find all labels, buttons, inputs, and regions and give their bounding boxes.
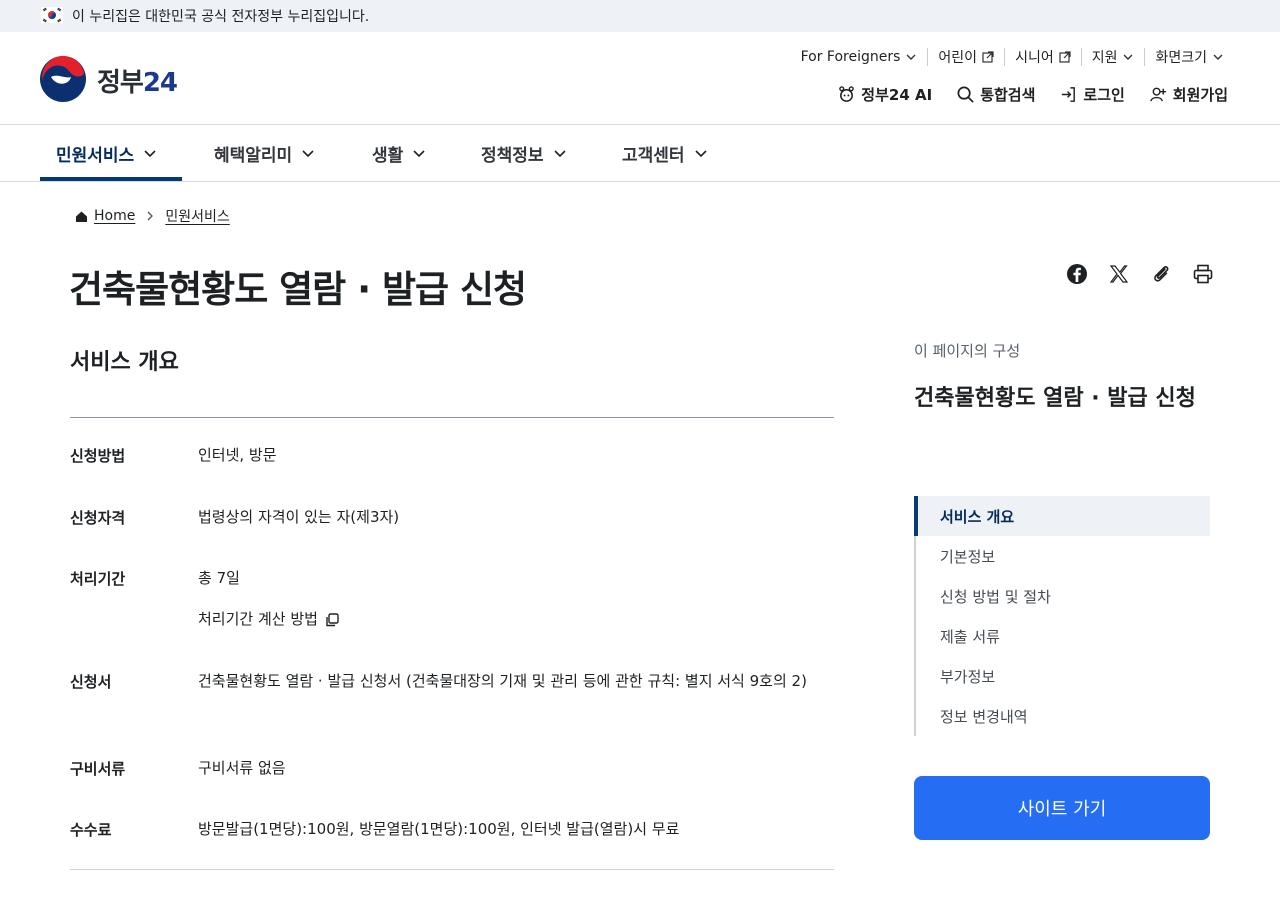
section-divider <box>70 417 834 418</box>
header-actions: 정부24 AI 통합검색 로그인 회원가입 <box>837 82 1228 106</box>
login-icon <box>1062 86 1076 102</box>
utility-links: For Foreigners 어린이 시니어 지원 화면크기 <box>791 47 1234 67</box>
login-button[interactable]: 로그인 <box>1059 84 1125 105</box>
row-value-fee: 방문발급(1면당):100원, 방문열람(1면당):100원, 인터넷 발급(열… <box>198 820 680 838</box>
site-header: 정부24 For Foreigners 어린이 시니어 지원 화면크기 정부24… <box>0 32 1280 125</box>
chevron-down-icon <box>144 150 156 158</box>
row-value-documents: 구비서류 없음 <box>198 759 286 777</box>
korea-flag-icon <box>41 7 63 23</box>
facebook-icon[interactable] <box>1066 263 1088 285</box>
search-icon <box>957 86 974 103</box>
page-title: 건축물현황도 열람 · 발급 신청 <box>69 268 527 311</box>
row-label-eligibility: 신청자격 <box>70 509 126 527</box>
gov24-logo[interactable]: 정부24 <box>39 55 189 105</box>
row-label-fee: 수수료 <box>70 821 112 839</box>
chevron-down-icon <box>413 150 425 158</box>
taegeuk-logo-icon <box>40 56 86 102</box>
search-button[interactable]: 통합검색 <box>956 84 1035 105</box>
breadcrumb-current[interactable]: 민원서비스 <box>165 206 229 226</box>
row-value-period: 총 7일 <box>198 569 240 587</box>
nav-active-indicator <box>40 177 182 181</box>
breadcrumb: Home 민원서비스 <box>75 206 230 226</box>
breadcrumb-home[interactable]: Home <box>94 208 135 224</box>
x-icon[interactable] <box>1108 263 1130 285</box>
chevron-down-icon <box>302 150 314 158</box>
processing-period-calc-link[interactable]: 처리기간 계산 방법 <box>198 607 340 632</box>
go-to-site-button[interactable]: 사이트 가기 <box>914 776 1210 840</box>
ai-bot-icon <box>839 85 855 102</box>
signup-button[interactable]: 회원가입 <box>1149 84 1228 105</box>
nav-customer-center[interactable]: 고객센터 <box>622 125 709 181</box>
external-link-icon <box>982 51 994 63</box>
row-value-eligibility: 법령상의 자격이 있는 자(제3자) <box>198 508 400 526</box>
row-label-period: 처리기간 <box>70 570 126 588</box>
toc-link-extra-info[interactable]: 부가정보 <box>916 656 1212 696</box>
home-icon <box>76 211 87 222</box>
toc-caption: 이 페이지의 구성 <box>914 342 1021 360</box>
util-kids[interactable]: 어린이 <box>927 48 1004 66</box>
row-label-method: 신청방법 <box>70 447 126 465</box>
chevron-down-icon <box>906 54 916 60</box>
row-label-documents: 구비서류 <box>70 760 126 778</box>
logo-wordmark: 정부24 <box>97 68 178 98</box>
chevron-down-icon <box>553 150 566 158</box>
toc-title: 건축물현황도 열람 · 발급 신청 <box>914 386 1196 411</box>
toc-link-basic-info[interactable]: 기본정보 <box>916 536 1212 576</box>
toc-link-change-history[interactable]: 정보 변경내역 <box>916 696 1212 736</box>
toc-link-procedure[interactable]: 신청 방법 및 절차 <box>916 576 1212 616</box>
paperclip-icon[interactable] <box>1150 263 1172 285</box>
chevron-down-icon <box>1123 54 1133 60</box>
util-support[interactable]: 지원 <box>1080 48 1145 66</box>
print-icon[interactable] <box>1192 263 1214 285</box>
row-value-method: 인터넷, 방문 <box>198 446 277 464</box>
chevron-down-icon <box>694 150 707 158</box>
section-bottom-divider <box>70 869 834 870</box>
user-add-icon <box>1149 87 1166 101</box>
external-link-icon <box>1059 51 1071 63</box>
toc-link-overview[interactable]: 서비스 개요 <box>914 496 1210 536</box>
gov24-ai-button[interactable]: 정부24 AI <box>837 84 932 105</box>
banner-text: 이 누리집은 대한민국 공식 전자정부 누리집입니다. <box>72 9 370 25</box>
nav-civil-service[interactable]: 민원서비스 <box>56 125 158 181</box>
util-senior[interactable]: 시니어 <box>1004 48 1081 66</box>
util-font-size[interactable]: 화면크기 <box>1144 48 1234 66</box>
gov-banner: 이 누리집은 대한민국 공식 전자정부 누리집입니다. <box>0 0 1280 32</box>
chevron-down-icon <box>1213 54 1223 60</box>
toc-nav: 서비스 개요 기본정보 신청 방법 및 절차 제출 서류 부가정보 정보 변경내… <box>914 496 1210 736</box>
section-title: 서비스 개요 <box>70 350 179 375</box>
main-nav: 민원서비스 혜택알리미 생활 정책정보 고객센터 <box>0 125 1280 182</box>
nav-life[interactable]: 생활 <box>372 125 427 181</box>
nav-benefits[interactable]: 혜택알리미 <box>214 125 316 181</box>
share-toolbar <box>1066 263 1214 285</box>
nav-policy[interactable]: 정책정보 <box>481 125 568 181</box>
toc-link-documents[interactable]: 제출 서류 <box>916 616 1212 656</box>
chevron-right-icon <box>147 211 154 221</box>
row-label-form: 신청서 <box>70 673 112 691</box>
row-value-form: 건축물현황도 열람 · 발급 신청서 (건축물대장의 기재 및 관리 등에 관한… <box>198 672 807 690</box>
util-foreigners[interactable]: For Foreigners <box>791 48 928 66</box>
copy-window-icon <box>326 612 339 626</box>
